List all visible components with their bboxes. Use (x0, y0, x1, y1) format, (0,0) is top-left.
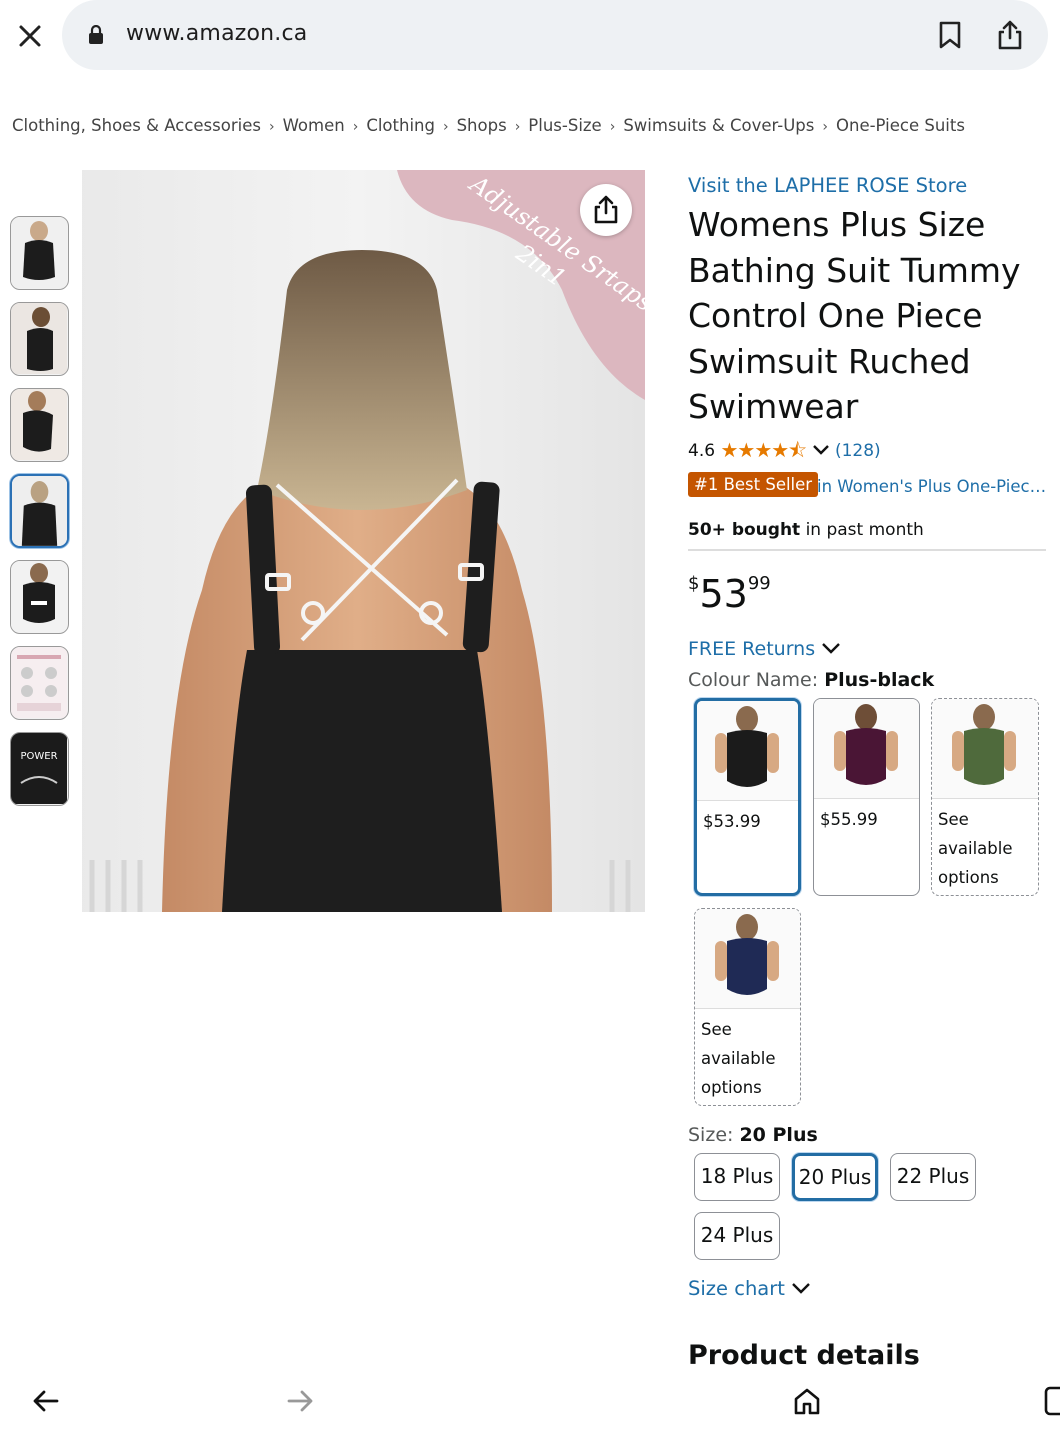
breadcrumb-item[interactable]: Swimsuits & Cover-Ups (623, 116, 814, 135)
bought-count-text: in past month (800, 520, 924, 540)
price-whole: 53 (699, 572, 748, 616)
tabs-icon[interactable] (1044, 1386, 1060, 1420)
browser-toolbar: www.amazon.ca (0, 0, 1060, 72)
chevron-right-icon: › (822, 119, 828, 135)
share-icon[interactable] (996, 19, 1024, 55)
price: $5399 (688, 572, 771, 616)
size-option[interactable]: 22 Plus (890, 1153, 976, 1201)
swatch-image (695, 909, 800, 1009)
size-chart-link[interactable]: Size chart (688, 1277, 811, 1300)
size-label: Size: 20 Plus (688, 1124, 818, 1146)
divider (688, 549, 1046, 551)
size-value: 20 Plus (739, 1124, 818, 1146)
colour-swatch[interactable]: $55.99 (813, 698, 920, 896)
product-title: Womens Plus Size Bathing Suit Tummy Cont… (688, 205, 1021, 426)
home-icon[interactable] (792, 1386, 822, 1420)
swatch-options: See available options (938, 810, 1013, 887)
colour-swatch[interactable]: See available options (931, 698, 1039, 896)
thumbnail-text: POWER (20, 751, 57, 762)
share-icon (594, 195, 618, 224)
size-option[interactable]: 24 Plus (694, 1212, 780, 1260)
thumbnail-image[interactable] (10, 646, 69, 720)
breadcrumb-item[interactable]: Clothing (366, 116, 435, 135)
best-seller-badge[interactable]: #1 Best Seller (688, 472, 819, 497)
arrow-right-icon[interactable] (286, 1388, 314, 1418)
size-option[interactable]: 18 Plus (694, 1153, 780, 1201)
swatch-image (814, 699, 919, 799)
url-text[interactable]: www.amazon.ca (126, 21, 307, 46)
bought-count: 50+ bought in past month (688, 520, 924, 540)
thumbnail-image[interactable]: POWER (10, 732, 69, 806)
breadcrumb-item[interactable]: Clothing, Shoes & Accessories (12, 116, 261, 135)
free-returns-text: FREE Returns (688, 638, 816, 660)
rating-count-link[interactable]: (128) (835, 441, 881, 461)
colour-swatch-selected[interactable]: $53.99 (694, 698, 801, 896)
breadcrumb: Clothing, Shoes & Accessories › Women › Clot… (12, 116, 965, 135)
chevron-right-icon: › (442, 119, 449, 135)
browser-bottom-bar (0, 1366, 1060, 1440)
size-option-selected[interactable]: 20 Plus (792, 1153, 878, 1201)
colour-label-text: Colour Name: (688, 669, 825, 691)
thumbnail-list: POWER (10, 216, 69, 818)
chevron-down-icon (812, 441, 830, 461)
chevron-right-icon: › (268, 119, 275, 135)
price-symbol: $ (688, 573, 700, 594)
rating-row[interactable]: 4.6 ★★★★⯪ (128) (688, 436, 881, 470)
thumbnail-image-selected[interactable] (10, 474, 69, 548)
breadcrumb-item[interactable]: Plus-Size (528, 116, 601, 135)
image-share-button[interactable] (580, 184, 632, 236)
chevron-down-icon (821, 638, 841, 660)
swatch-price: $55.99 (820, 810, 878, 829)
rating-value: 4.6 (688, 441, 716, 461)
thumbnail-image[interactable] (10, 302, 69, 376)
product-details-heading: Product details (688, 1340, 920, 1367)
thumbnail-image[interactable] (10, 560, 69, 634)
price-fraction: 99 (747, 573, 771, 594)
size-chart-text: Size chart (688, 1277, 785, 1300)
lock-icon (88, 24, 104, 49)
swatch-price: $53.99 (703, 812, 761, 831)
size-label-text: Size: (688, 1124, 740, 1146)
free-returns-link[interactable]: FREE Returns (688, 638, 841, 660)
chevron-right-icon: › (609, 119, 616, 135)
store-link[interactable]: Visit the LAPHEE ROSE Store (688, 174, 967, 197)
thumbnail-image[interactable] (10, 216, 69, 290)
breadcrumb-item[interactable]: One-Piece Suits (836, 116, 965, 135)
swatch-image (932, 699, 1038, 799)
swatch-options: See available options (701, 1020, 776, 1097)
colour-value: Plus-black (824, 669, 935, 691)
breadcrumb-item[interactable]: Shops (457, 116, 507, 135)
arrow-left-icon[interactable] (32, 1388, 60, 1418)
colour-swatch[interactable]: See available options (694, 908, 801, 1106)
close-icon[interactable] (14, 20, 46, 52)
thumbnail-image[interactable] (10, 388, 69, 462)
colour-name-label: Colour Name: Plus-black (688, 669, 934, 691)
breadcrumb-item[interactable]: Women (283, 116, 345, 135)
star-rating-icon: ★★★★⯪ (720, 438, 807, 462)
chevron-down-icon (791, 1277, 811, 1300)
bought-count-bold: 50+ bought (688, 520, 801, 540)
bookmark-icon[interactable] (936, 20, 964, 54)
main-product-image[interactable]: Adjustable Srtaps 2in1 (72, 170, 645, 912)
chevron-right-icon: › (352, 119, 359, 135)
swatch-image (697, 701, 798, 801)
best-seller-category-link[interactable]: in Women's Plus One-Piece Swimsuits (817, 477, 1047, 496)
chevron-right-icon: › (514, 119, 521, 135)
address-bar[interactable]: www.amazon.ca (62, 0, 1048, 70)
